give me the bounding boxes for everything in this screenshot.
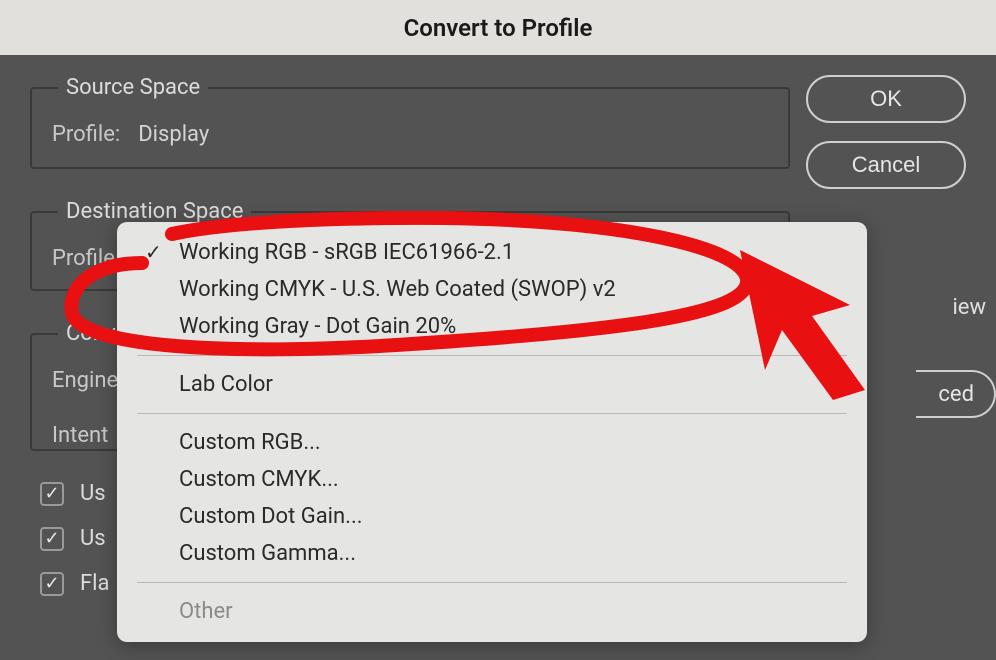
destination-profile-label: Profile (52, 246, 115, 271)
checkbox-use1-label: Us (80, 481, 106, 506)
checkbox-flatten[interactable]: ✓ (40, 572, 64, 596)
source-profile-row: Profile: Display (52, 122, 768, 147)
checkbox-use1[interactable]: ✓ (40, 482, 64, 506)
ok-button[interactable]: OK (806, 75, 966, 123)
dialog-buttons: OK Cancel (806, 75, 966, 189)
cancel-button[interactable]: Cancel (806, 141, 966, 189)
dropdown-item-working-gray[interactable]: Working Gray - Dot Gain 20% (117, 308, 867, 345)
checkbox-use2[interactable]: ✓ (40, 527, 64, 551)
advanced-button-partial[interactable]: ced (916, 370, 996, 418)
dropdown-separator-1 (137, 355, 847, 356)
source-space-legend: Source Space (58, 75, 208, 100)
source-space-fieldset: Source Space Profile: Display (30, 75, 790, 169)
dialog-title: Convert to Profile (0, 0, 996, 55)
checkbox-use2-label: Us (80, 526, 106, 551)
preview-checkbox-partial[interactable]: iew (952, 295, 986, 320)
dialog-title-text: Convert to Profile (404, 14, 593, 42)
checkbox-flatten-label: Fla (80, 571, 109, 596)
dropdown-item-custom-dot-gain[interactable]: Custom Dot Gain... (117, 498, 867, 535)
conversion-options-legend: Conv (58, 321, 124, 346)
dropdown-item-lab-color[interactable]: Lab Color (117, 366, 867, 403)
destination-space-legend: Destination Space (58, 199, 251, 224)
source-profile-label: Profile: (52, 122, 120, 147)
profile-dropdown[interactable]: Working RGB - sRGB IEC61966-2.1 Working … (117, 222, 867, 642)
dropdown-item-working-rgb[interactable]: Working RGB - sRGB IEC61966-2.1 (117, 234, 867, 271)
dropdown-separator-3 (137, 582, 847, 583)
source-profile-value: Display (138, 122, 209, 147)
dropdown-item-custom-cmyk[interactable]: Custom CMYK... (117, 461, 867, 498)
dropdown-separator-2 (137, 413, 847, 414)
dropdown-item-working-cmyk[interactable]: Working CMYK - U.S. Web Coated (SWOP) v2 (117, 271, 867, 308)
dropdown-item-other[interactable]: Other (117, 593, 867, 630)
dropdown-item-custom-rgb[interactable]: Custom RGB... (117, 424, 867, 461)
dropdown-item-custom-gamma[interactable]: Custom Gamma... (117, 535, 867, 572)
